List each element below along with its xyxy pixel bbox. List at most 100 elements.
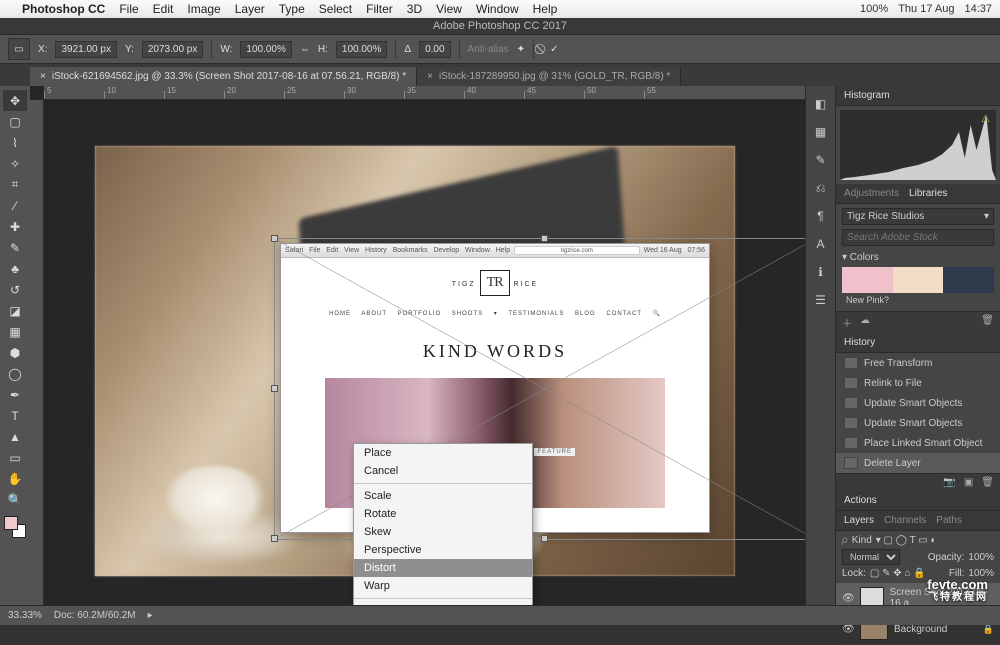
- new-state-icon[interactable]: ▣: [964, 477, 973, 488]
- ctx-scale[interactable]: Scale: [354, 487, 532, 505]
- h-field[interactable]: 100.00%: [336, 41, 387, 58]
- visibility-icon[interactable]: 👁: [842, 624, 854, 635]
- type-tool-icon[interactable]: T: [3, 405, 27, 426]
- menu-image[interactable]: Image: [187, 2, 220, 16]
- crop-tool-icon[interactable]: ⌗: [3, 174, 27, 195]
- gradient-tool-icon[interactable]: ▦: [3, 321, 27, 342]
- tab-inactive[interactable]: ×iStock-187289950.jpg @ 31% (GOLD_TR, RG…: [417, 67, 681, 86]
- character-panel-icon[interactable]: A: [813, 236, 829, 252]
- shape-tool-icon[interactable]: ▭: [3, 447, 27, 468]
- collapsed-panels[interactable]: ◧ ▦ ✎ ⎌ ¶ A ℹ ☰: [805, 86, 835, 605]
- history-footer[interactable]: 📷 ▣ 🗑: [836, 473, 1000, 491]
- app-menu[interactable]: Photoshop CC: [22, 2, 105, 16]
- color-panel-icon[interactable]: ◧: [813, 96, 829, 112]
- info-panel-icon[interactable]: ℹ: [813, 264, 829, 280]
- status-bar[interactable]: 33.33% Doc: 60.2M/60.2M ▸: [0, 605, 1000, 625]
- mac-menubar[interactable]: Photoshop CC File Edit Image Layer Type …: [0, 0, 1000, 18]
- ctx-warp[interactable]: Warp: [354, 577, 532, 595]
- library-footer[interactable]: ＋ ☁ 🗑: [836, 311, 1000, 333]
- options-bar[interactable]: ▭ X: 3921.00 px Y: 2073.00 px W: 100.00%…: [0, 34, 1000, 64]
- commit-transform-icon[interactable]: ✓: [550, 44, 558, 55]
- color-swatches[interactable]: [4, 516, 26, 538]
- library-colors-group[interactable]: ▾ Colors: [842, 252, 994, 263]
- libraries-panel-tabs[interactable]: Adjustments Libraries: [836, 184, 1000, 204]
- tab-adjustments[interactable]: Adjustments: [844, 188, 899, 199]
- doc-size[interactable]: Doc: 60.2M/60.2M: [54, 610, 136, 621]
- trash-icon[interactable]: 🗑: [981, 315, 994, 330]
- layer-name[interactable]: Background: [894, 624, 947, 635]
- w-field[interactable]: 100.00%: [240, 41, 291, 58]
- cloud-icon[interactable]: ☁: [860, 315, 870, 330]
- blend-mode-select[interactable]: Normal: [842, 549, 900, 565]
- wand-tool-icon[interactable]: ✧: [3, 153, 27, 174]
- tab-channels[interactable]: Channels: [884, 515, 926, 526]
- x-field[interactable]: 3921.00 px: [55, 41, 117, 58]
- menu-select[interactable]: Select: [319, 2, 352, 16]
- blur-tool-icon[interactable]: ⬢: [3, 342, 27, 363]
- snapshot-icon[interactable]: 📷: [943, 477, 955, 488]
- stamp-tool-icon[interactable]: ♣: [3, 258, 27, 279]
- history-item[interactable]: Free Transform: [836, 353, 1000, 373]
- menu-file[interactable]: File: [119, 2, 138, 16]
- history-brush-tool-icon[interactable]: ↺: [3, 279, 27, 300]
- ruler-vertical[interactable]: [30, 100, 44, 605]
- menu-help[interactable]: Help: [533, 2, 558, 16]
- angle-field[interactable]: 0.00: [419, 41, 450, 58]
- tab-active[interactable]: ×iStock-621694562.jpg @ 33.3% (Screen Sh…: [30, 67, 417, 86]
- histogram-warning-icon[interactable]: ⚠: [981, 114, 990, 125]
- pen-tool-icon[interactable]: ✒: [3, 384, 27, 405]
- brush-tool-icon[interactable]: ✎: [3, 237, 27, 258]
- path-sel-tool-icon[interactable]: ▲: [3, 426, 27, 447]
- properties-panel-icon[interactable]: ☰: [813, 292, 829, 308]
- menu-filter[interactable]: Filter: [366, 2, 393, 16]
- ctx-place[interactable]: Place: [354, 444, 532, 462]
- move-tool-icon[interactable]: ✥: [3, 90, 27, 111]
- ctx-rotate180[interactable]: Rotate 180°: [354, 602, 532, 605]
- transform-tool-icon[interactable]: ▭: [8, 38, 30, 60]
- ctx-cancel[interactable]: Cancel: [354, 462, 532, 480]
- status-disclosure-icon[interactable]: ▸: [148, 610, 153, 621]
- history-panel-tab[interactable]: History: [836, 333, 1000, 353]
- swatches-panel-icon[interactable]: ▦: [813, 124, 829, 140]
- canvas-area[interactable]: 510152025303540455055 Safari File Edit V…: [30, 86, 805, 605]
- transform-warp-icon[interactable]: ✦: [517, 44, 525, 55]
- library-selector[interactable]: Tigz Rice Studios▾: [842, 208, 994, 225]
- marquee-tool-icon[interactable]: ▢: [3, 111, 27, 132]
- actions-panel-tab[interactable]: Actions: [836, 491, 1000, 511]
- layers-panel-tabs[interactable]: Layers Channels Paths: [836, 511, 1000, 531]
- delete-icon[interactable]: 🗑: [981, 477, 994, 488]
- add-icon[interactable]: ＋: [842, 315, 852, 330]
- history-item[interactable]: Relink to File: [836, 373, 1000, 393]
- ctx-distort[interactable]: Distort: [354, 559, 532, 577]
- y-field[interactable]: 2073.00 px: [142, 41, 204, 58]
- library-swatches[interactable]: [842, 267, 994, 293]
- swatch-pink[interactable]: [842, 267, 893, 293]
- swatch-navy[interactable]: [943, 267, 994, 293]
- history-item[interactable]: Update Smart Objects: [836, 393, 1000, 413]
- heal-tool-icon[interactable]: ✚: [3, 216, 27, 237]
- lasso-tool-icon[interactable]: ⌇: [3, 132, 27, 153]
- layer-filter-kind[interactable]: Kind: [852, 535, 872, 546]
- histogram-panel-tab[interactable]: Histogram: [836, 86, 1000, 106]
- antialias-toggle[interactable]: Anti-alias: [468, 44, 509, 55]
- tools-palette[interactable]: ✥ ▢ ⌇ ✧ ⌗ ⁄ ✚ ✎ ♣ ↺ ◪ ▦ ⬢ ◯ ✒ T ▲ ▭ ✋ 🔍: [0, 86, 30, 605]
- transform-context-menu[interactable]: Place Cancel Scale Rotate Skew Perspecti…: [353, 443, 533, 605]
- swatch-cream[interactable]: [893, 267, 944, 293]
- menu-3d[interactable]: 3D: [407, 2, 422, 16]
- clone-panel-icon[interactable]: ⎌: [813, 180, 829, 196]
- zoom-level[interactable]: 33.33%: [8, 610, 42, 621]
- ruler-horizontal[interactable]: 510152025303540455055: [44, 86, 805, 100]
- zoom-tool-icon[interactable]: 🔍: [3, 489, 27, 510]
- visibility-icon[interactable]: 👁: [842, 593, 854, 604]
- eyedropper-tool-icon[interactable]: ⁄: [3, 195, 27, 216]
- eraser-tool-icon[interactable]: ◪: [3, 300, 27, 321]
- ctx-rotate[interactable]: Rotate: [354, 505, 532, 523]
- dodge-tool-icon[interactable]: ◯: [3, 363, 27, 384]
- link-wh-icon[interactable]: ⇔: [300, 44, 310, 55]
- tab-libraries[interactable]: Libraries: [909, 188, 947, 199]
- brushes-panel-icon[interactable]: ✎: [813, 152, 829, 168]
- right-panel-dock[interactable]: Histogram ⚠ Adjustments Libraries Tigz R…: [835, 86, 1000, 605]
- menu-layer[interactable]: Layer: [235, 2, 265, 16]
- ctx-perspective[interactable]: Perspective: [354, 541, 532, 559]
- menu-type[interactable]: Type: [279, 2, 305, 16]
